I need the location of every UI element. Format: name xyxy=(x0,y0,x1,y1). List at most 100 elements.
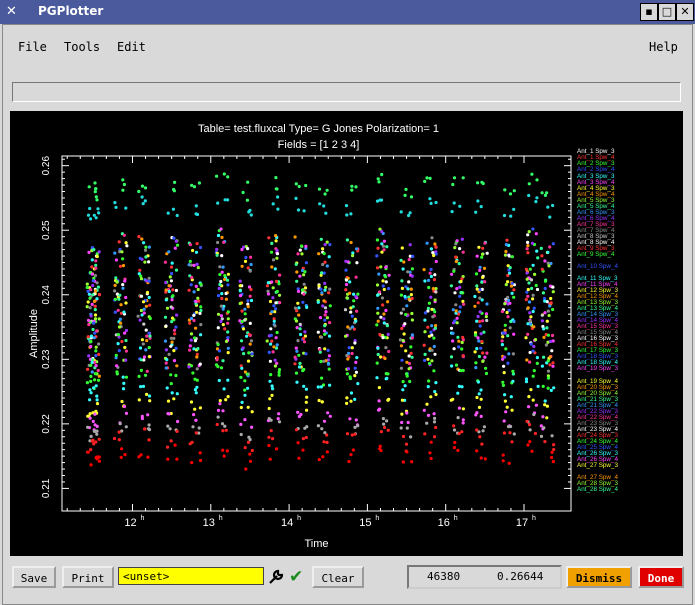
save-button[interactable]: Save xyxy=(12,566,56,588)
data-point xyxy=(241,327,246,331)
x-icon[interactable]: ✕ xyxy=(6,4,17,19)
data-point xyxy=(122,381,126,385)
data-point xyxy=(533,431,538,436)
menu-file[interactable]: File xyxy=(18,40,47,54)
data-point xyxy=(195,310,199,314)
data-point xyxy=(404,349,408,353)
data-point xyxy=(322,204,326,208)
menu-help[interactable]: Help xyxy=(649,40,678,54)
data-point xyxy=(376,319,380,323)
minimize-button[interactable]: ▪ xyxy=(640,3,658,21)
data-point xyxy=(269,250,274,254)
data-point xyxy=(385,419,389,423)
data-point xyxy=(546,333,551,337)
data-point xyxy=(296,289,301,293)
data-point xyxy=(327,334,332,338)
data-point xyxy=(328,321,332,325)
data-point xyxy=(512,189,516,193)
data-point xyxy=(457,339,461,343)
data-point xyxy=(188,348,192,352)
data-point xyxy=(479,414,483,418)
data-point xyxy=(113,289,117,293)
data-point xyxy=(248,342,252,346)
plot-area[interactable]: Table= test.fluxcal Type= G Jones Polari… xyxy=(10,111,683,556)
data-point xyxy=(96,368,100,373)
data-point xyxy=(91,327,95,332)
menu-tools[interactable]: Tools xyxy=(64,40,100,54)
dismiss-button[interactable]: Dismiss xyxy=(566,566,632,588)
data-point xyxy=(116,342,120,346)
data-point xyxy=(274,336,278,340)
data-point xyxy=(303,330,307,334)
menu-edit[interactable]: Edit xyxy=(117,40,146,54)
data-point xyxy=(510,440,514,444)
maximize-button[interactable]: □ xyxy=(658,3,676,21)
data-point xyxy=(354,275,358,279)
data-point xyxy=(433,390,437,394)
data-point xyxy=(274,307,278,311)
data-point xyxy=(476,314,480,319)
data-point xyxy=(534,403,539,407)
data-point xyxy=(300,252,304,256)
done-button[interactable]: Done xyxy=(638,566,684,588)
title-bar[interactable]: ✕ PGPlotter ▪ □ ✕ xyxy=(0,0,695,24)
data-point xyxy=(215,174,219,178)
data-point xyxy=(271,286,275,290)
data-point xyxy=(92,336,96,340)
data-point xyxy=(455,287,459,291)
data-point xyxy=(531,374,535,378)
data-point xyxy=(318,202,322,206)
data-point xyxy=(239,405,243,410)
wrench-icon[interactable] xyxy=(266,567,286,587)
data-point xyxy=(430,307,434,311)
data-point xyxy=(432,253,436,258)
print-button[interactable]: Print xyxy=(62,566,114,588)
data-point xyxy=(501,380,505,384)
data-point xyxy=(269,373,273,377)
data-point xyxy=(325,450,329,454)
clear-button[interactable]: Clear xyxy=(312,566,364,588)
data-point xyxy=(115,370,119,374)
data-point xyxy=(347,346,351,350)
data-point xyxy=(187,365,191,369)
check-icon[interactable]: ✔ xyxy=(289,567,307,587)
data-point xyxy=(319,287,323,291)
data-point xyxy=(427,334,431,338)
data-point xyxy=(545,416,549,420)
data-point xyxy=(273,324,277,328)
data-point xyxy=(248,269,252,273)
data-point xyxy=(512,207,516,211)
command-input[interactable]: <unset> xyxy=(118,567,264,585)
data-point xyxy=(551,460,556,464)
data-point xyxy=(94,216,98,220)
data-point xyxy=(317,398,321,403)
data-point xyxy=(93,304,97,308)
data-point xyxy=(410,333,414,337)
data-point xyxy=(456,391,460,395)
data-point xyxy=(410,311,414,316)
data-point xyxy=(540,254,544,258)
data-point xyxy=(226,336,230,340)
data-point xyxy=(165,306,170,310)
data-point xyxy=(378,407,382,411)
data-point xyxy=(223,274,227,278)
data-point xyxy=(302,384,306,388)
data-point xyxy=(403,294,407,299)
data-point xyxy=(175,457,179,461)
data-point xyxy=(376,352,380,357)
data-point xyxy=(453,246,457,250)
data-point xyxy=(481,359,485,363)
plot-canvas[interactable]: Table= test.fluxcal Type= G Jones Polari… xyxy=(10,111,683,556)
data-point xyxy=(323,243,327,247)
close-button[interactable]: ✕ xyxy=(676,3,694,21)
data-point xyxy=(483,280,487,284)
data-point xyxy=(250,425,254,429)
data-point xyxy=(323,347,327,351)
data-point xyxy=(376,246,380,250)
data-point xyxy=(317,252,321,256)
data-point xyxy=(116,333,120,337)
x-tick-unit: h xyxy=(140,515,144,522)
data-point xyxy=(275,187,279,191)
data-point xyxy=(240,319,244,324)
data-point xyxy=(220,296,224,301)
